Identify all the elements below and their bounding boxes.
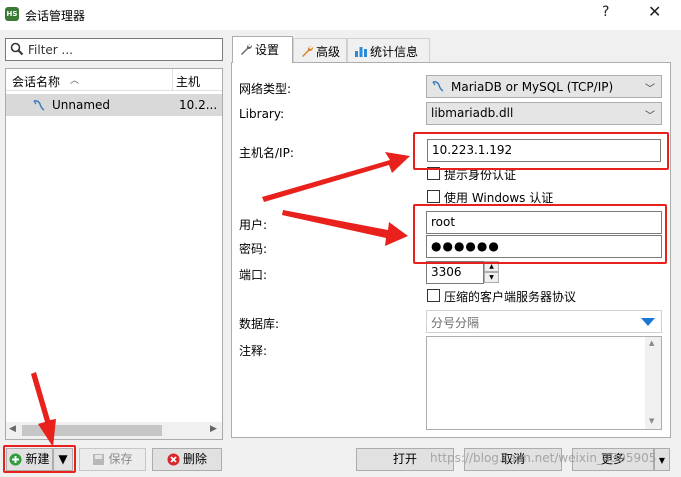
column-session-name[interactable]: 会话名称 bbox=[12, 73, 60, 90]
library-select[interactable]: libmariadb.dll ﹀ bbox=[426, 102, 662, 125]
compressed-protocol-label: 压缩的客户端服务器协议 bbox=[444, 290, 577, 304]
new-session-button[interactable]: 新建 bbox=[6, 448, 53, 471]
search-icon bbox=[10, 42, 24, 56]
tab-statistics[interactable]: 统计信息 bbox=[347, 38, 430, 62]
user-input[interactable]: root bbox=[426, 211, 662, 234]
user-label: 用户: bbox=[239, 218, 268, 232]
session-host: 10.2... bbox=[179, 98, 218, 112]
filter-input[interactable] bbox=[28, 41, 218, 58]
settings-panel: 网络类型: MariaDB or MySQL (TCP/IP) ﹀ Librar… bbox=[231, 62, 671, 438]
scroll-down-icon[interactable]: ▼ bbox=[649, 417, 654, 425]
save-button[interactable]: 保存 bbox=[79, 448, 146, 471]
dolphin-icon bbox=[432, 81, 444, 92]
window-title: 会话管理器 bbox=[25, 9, 86, 23]
more-button[interactable]: 更多 bbox=[572, 448, 654, 471]
scroll-thumb[interactable] bbox=[22, 425, 162, 436]
password-label: 密码: bbox=[239, 242, 268, 256]
column-host[interactable]: 主机 bbox=[176, 73, 200, 90]
tab-advanced[interactable]: 高级 bbox=[293, 38, 347, 62]
save-icon bbox=[93, 454, 105, 465]
library-label: Library: bbox=[239, 107, 285, 121]
wrench-icon bbox=[302, 45, 314, 57]
chevron-down-icon: ﹀ bbox=[645, 84, 655, 95]
port-input[interactable]: 3306 bbox=[426, 261, 484, 284]
password-input[interactable]: ●●●●●● bbox=[426, 235, 662, 258]
help-button[interactable]: ? bbox=[602, 4, 609, 20]
bar-chart-icon bbox=[355, 47, 367, 57]
comment-textarea[interactable]: ▲ ▼ bbox=[426, 336, 662, 430]
chevron-down-icon: ﹀ bbox=[645, 111, 655, 122]
title-bar: HS 会话管理器 ? ✕ bbox=[0, 0, 681, 30]
prompt-auth-checkbox[interactable] bbox=[427, 167, 440, 180]
session-name: Unnamed bbox=[52, 98, 111, 112]
scroll-right-icon[interactable]: ▶ bbox=[210, 424, 217, 434]
windows-auth-label: 使用 Windows 认证 bbox=[444, 191, 554, 205]
new-session-dropdown[interactable]: ▼ bbox=[53, 448, 73, 471]
host-input[interactable]: 10.223.1.192 bbox=[427, 139, 661, 162]
port-increment-icon[interactable]: ▲ bbox=[484, 261, 499, 272]
comment-label: 注释: bbox=[239, 344, 268, 358]
open-button[interactable]: 打开 bbox=[356, 448, 454, 471]
session-list[interactable]: 会话名称 ︿ 主机 Unnamed 10.2... ◀ ▶ bbox=[5, 68, 223, 440]
host-label: 主机名/IP: bbox=[239, 146, 294, 160]
database-select[interactable]: 分号分隔 bbox=[426, 310, 662, 333]
network-type-label: 网络类型: bbox=[239, 82, 292, 96]
vertical-scrollbar[interactable]: ▲ ▼ bbox=[645, 337, 661, 429]
tab-settings[interactable]: 设置 bbox=[232, 36, 293, 63]
port-label: 端口: bbox=[239, 268, 268, 282]
list-header: 会话名称 ︿ 主机 bbox=[6, 69, 222, 91]
scroll-up-icon[interactable]: ▲ bbox=[649, 339, 654, 347]
prompt-auth-label: 提示身份认证 bbox=[444, 168, 517, 182]
port-decrement-icon[interactable]: ▼ bbox=[484, 272, 499, 283]
caret-down-icon: ▼ bbox=[658, 456, 666, 465]
compressed-protocol-checkbox[interactable] bbox=[427, 289, 440, 302]
app-logo-icon: HS bbox=[5, 7, 19, 21]
session-filter[interactable] bbox=[5, 38, 223, 61]
scroll-left-icon[interactable]: ◀ bbox=[9, 424, 16, 434]
delete-button[interactable]: 删除 bbox=[152, 448, 222, 471]
plus-circle-icon bbox=[9, 453, 22, 466]
more-dropdown[interactable]: ▼ bbox=[654, 448, 670, 471]
caret-down-icon: ▼ bbox=[58, 452, 68, 466]
horizontal-scrollbar[interactable]: ◀ ▶ bbox=[6, 422, 222, 439]
dolphin-icon bbox=[33, 100, 45, 111]
close-button[interactable]: ✕ bbox=[648, 2, 661, 21]
database-label: 数据库: bbox=[239, 317, 280, 331]
sort-ascending-icon: ︿ bbox=[70, 76, 80, 86]
windows-auth-checkbox[interactable] bbox=[427, 190, 440, 203]
caret-down-icon bbox=[641, 318, 655, 326]
cancel-button[interactable]: 取消 bbox=[464, 448, 562, 471]
session-row[interactable]: Unnamed 10.2... bbox=[6, 94, 222, 116]
wrench-icon bbox=[241, 43, 253, 55]
delete-icon bbox=[167, 453, 180, 466]
network-type-select[interactable]: MariaDB or MySQL (TCP/IP) ﹀ bbox=[426, 75, 662, 98]
